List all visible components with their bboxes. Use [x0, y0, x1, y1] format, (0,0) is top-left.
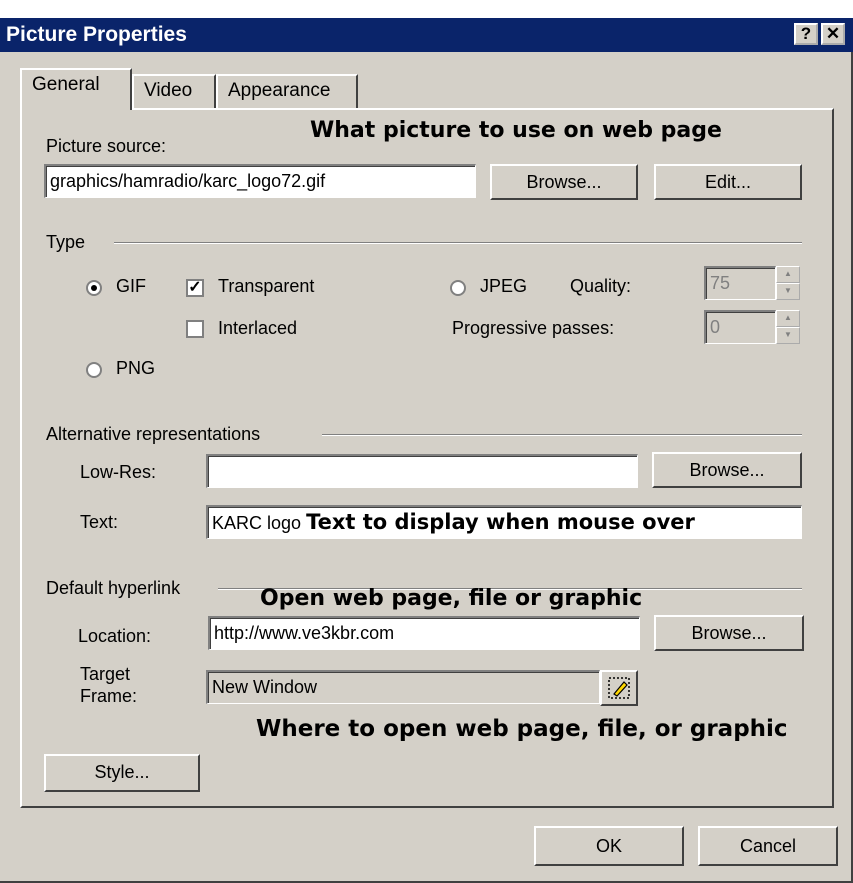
hyperlink-group-title: Default hyperlink: [46, 578, 181, 598]
target-label-line1: Target: [80, 664, 131, 684]
progressive-input[interactable]: 0: [704, 310, 776, 344]
alt-text-annotation: Text to display when mouse over: [306, 510, 695, 534]
transparent-label: Transparent: [218, 276, 315, 296]
gif-radio[interactable]: [86, 280, 102, 296]
tab-video[interactable]: Video: [132, 74, 216, 108]
title-bar: Picture Properties ? ✕: [0, 18, 853, 52]
text-label: Text:: [80, 512, 119, 532]
alt-group-title: Alternative representations: [46, 424, 261, 444]
spin-up-icon[interactable]: ▲: [776, 266, 800, 283]
gif-label: GIF: [116, 276, 146, 296]
alt-group-divider: [322, 434, 802, 436]
spin-up-icon[interactable]: ▲: [776, 310, 800, 327]
cancel-button[interactable]: Cancel: [698, 826, 838, 866]
picture-source-browse-button[interactable]: Browse...: [490, 164, 638, 200]
progressive-spinner[interactable]: ▲ ▼: [776, 310, 800, 344]
tab-appearance[interactable]: Appearance: [216, 74, 358, 108]
lowres-browse-button[interactable]: Browse...: [652, 452, 802, 488]
picture-source-annotation: What picture to use on web page: [310, 118, 722, 143]
close-button[interactable]: ✕: [821, 23, 845, 45]
location-browse-button[interactable]: Browse...: [654, 615, 804, 651]
interlaced-checkbox[interactable]: [186, 320, 204, 338]
png-radio[interactable]: [86, 362, 102, 378]
window-title: Picture Properties: [6, 23, 187, 46]
quality-label: Quality:: [570, 276, 632, 296]
lowres-input[interactable]: [206, 454, 638, 488]
spin-down-icon[interactable]: ▼: [776, 327, 800, 344]
type-group-divider: [114, 242, 802, 244]
target-frame-input[interactable]: New Window: [206, 670, 600, 704]
picture-properties-dialog: Picture Properties ? ✕ General Video App…: [0, 0, 853, 883]
png-label: PNG: [116, 358, 156, 378]
quality-spinner[interactable]: ▲ ▼: [776, 266, 800, 300]
alt-text-value: KARC logo: [212, 513, 302, 533]
jpeg-label: JPEG: [480, 276, 528, 296]
progressive-label: Progressive passes:: [452, 318, 615, 338]
pencil-icon: [608, 677, 630, 699]
location-input[interactable]: http://www.ve3kbr.com: [208, 616, 640, 650]
ok-button[interactable]: OK: [534, 826, 684, 866]
transparent-checkbox[interactable]: ✓: [186, 279, 204, 297]
location-label: Location:: [78, 626, 152, 646]
type-group-title: Type: [46, 232, 86, 252]
hyperlink-annotation: Open web page, file or graphic: [260, 586, 643, 611]
jpeg-radio[interactable]: [450, 280, 466, 296]
target-annotation: Where to open web page, file, or graphic: [256, 716, 788, 742]
picture-source-input[interactable]: graphics/hamradio/karc_logo72.gif: [44, 164, 476, 198]
quality-input[interactable]: 75: [704, 266, 776, 300]
tab-general[interactable]: General: [20, 68, 132, 110]
help-button[interactable]: ?: [794, 23, 818, 45]
picture-source-edit-button[interactable]: Edit...: [654, 164, 802, 200]
spin-down-icon[interactable]: ▼: [776, 283, 800, 300]
style-button[interactable]: Style...: [44, 754, 200, 792]
target-frame-edit-button[interactable]: [600, 670, 638, 706]
alt-text-input[interactable]: KARC logo Text to display when mouse ove…: [206, 505, 802, 539]
picture-source-label: Picture source:: [46, 136, 167, 156]
top-margin: [0, 0, 853, 18]
target-label-line2: Frame:: [80, 686, 138, 706]
lowres-label: Low-Res:: [80, 462, 157, 482]
interlaced-label: Interlaced: [218, 318, 298, 338]
